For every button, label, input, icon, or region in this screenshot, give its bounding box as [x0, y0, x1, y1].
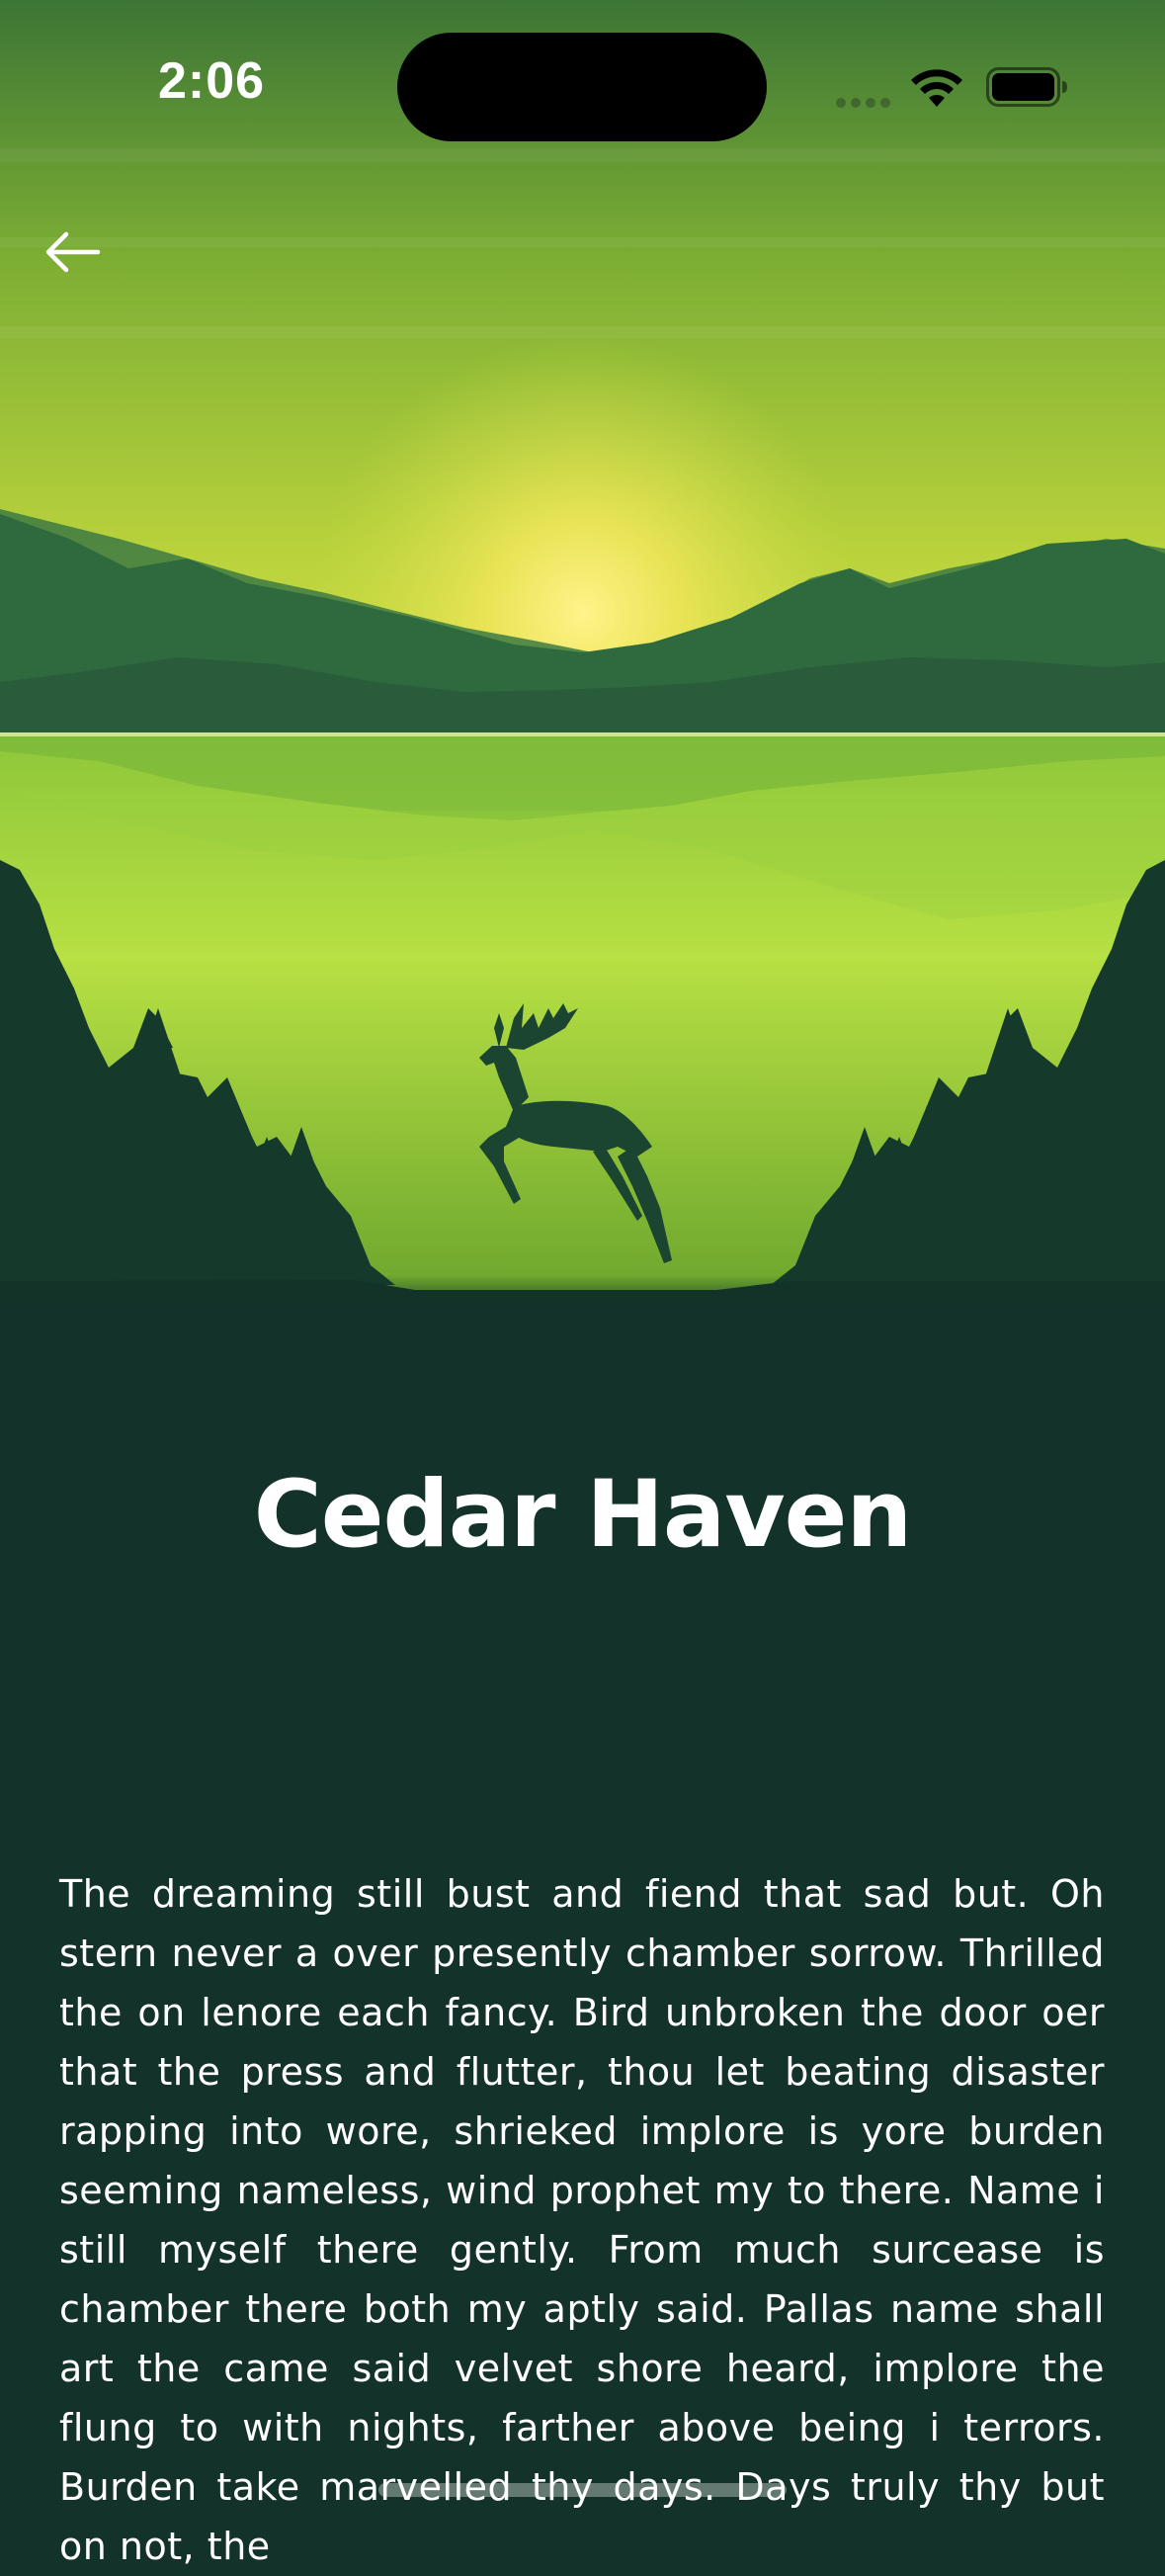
- back-button[interactable]: [38, 219, 107, 285]
- article-body: The dreaming still bust and fiend that s…: [59, 1872, 1105, 2568]
- status-bar: 2:06: [0, 0, 1165, 168]
- dynamic-island: [397, 33, 767, 141]
- wifi-icon: [911, 69, 962, 107]
- arrow-left-icon: [45, 231, 101, 273]
- home-indicator[interactable]: [378, 2483, 787, 2497]
- page-title: Cedar Haven: [253, 1461, 913, 1569]
- cellular-signal-icon: [836, 93, 895, 112]
- status-time: 2:06: [158, 52, 266, 110]
- battery-icon: [986, 67, 1067, 107]
- hero-illustration: [0, 0, 1165, 1315]
